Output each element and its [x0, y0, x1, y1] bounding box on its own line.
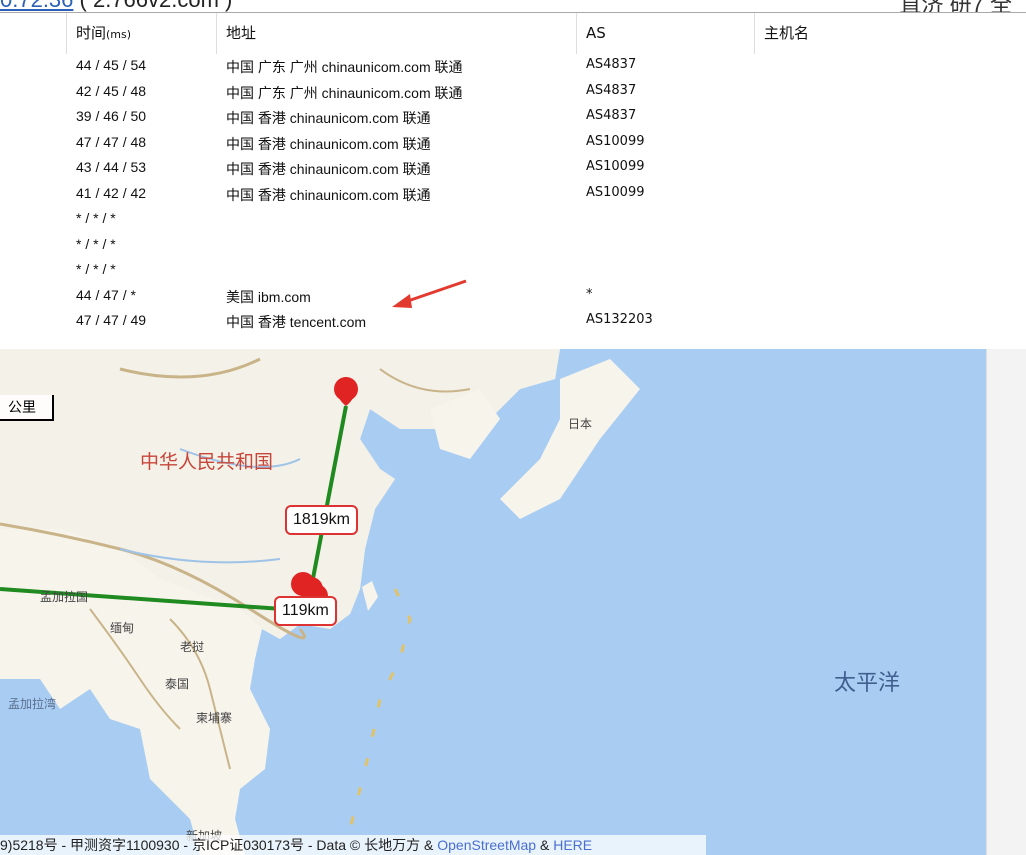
here-link[interactable]: HERE	[553, 837, 592, 853]
scale-label: 公里	[8, 400, 36, 416]
col-as[interactable]: AS	[577, 13, 755, 54]
col-hostname-label: 主机名	[764, 24, 810, 42]
cell-address: 中国 香港 chinaunicom.com 联通	[226, 161, 431, 177]
table-row[interactable]: 44 / 47 / * 美国 ibm.com *	[0, 284, 1026, 310]
table-row[interactable]: 44 / 45 / 54 中国 广东 广州 chinaunicom.com 联通 A…	[0, 54, 1026, 80]
cell-as: AS10099	[586, 159, 645, 174]
route-map[interactable]: 公里 1819km 119km 中华人民共和国 日本 太平洋 孟加拉国 缅甸 老…	[0, 349, 986, 855]
cell-as: AS4837	[586, 108, 637, 123]
host-title: 0.72.36 ( 2.766v2.com )	[0, 0, 232, 12]
cell-time: 47 / 47 / 49	[76, 312, 147, 328]
table-row[interactable]: * / * / *	[0, 207, 1026, 233]
distance-label-1: 1819km	[285, 505, 358, 535]
cell-address: 中国 广东 广州 chinaunicom.com 联通	[226, 59, 463, 75]
map-side-panel	[986, 349, 1026, 855]
attribution-text: 9)5218号 - 甲测资字1100930 - 京ICP证030173号 - D…	[0, 837, 438, 853]
label-laos: 老挝	[180, 640, 205, 654]
traceroute-table: 时间(ms) 地址 AS 主机名 44 / 45 / 54 中国 广东 广州 ch…	[0, 12, 1026, 350]
col-hostname[interactable]: 主机名	[755, 13, 1026, 54]
table-row[interactable]: * / * / *	[0, 233, 1026, 259]
cell-time: 42 / 45 / 48	[76, 82, 147, 99]
taiwan-region	[362, 581, 378, 611]
cell-time: 44 / 47 / *	[76, 286, 136, 303]
table-row[interactable]: * / * / *	[0, 258, 1026, 284]
ip-link[interactable]: 0.72.36	[0, 0, 73, 12]
label-bangladesh: 孟加拉国	[40, 590, 89, 604]
label-cambodia: 柬埔寨	[196, 711, 233, 725]
col-address-label: 地址	[226, 24, 257, 42]
attribution-amp: &	[536, 837, 554, 853]
table-header: 时间(ms) 地址 AS 主机名	[0, 13, 1026, 54]
table-row[interactable]: 47 / 47 / 48 中国 香港 chinaunicom.com 联通 AS10…	[0, 131, 1026, 157]
map-attribution: 9)5218号 - 甲测资字1100930 - 京ICP证030173号 - D…	[0, 835, 706, 855]
cell-address: 中国 广东 广州 chinaunicom.com 联通	[226, 84, 463, 101]
cell-address: 中国 香港 chinaunicom.com 联通	[226, 135, 431, 152]
col-address[interactable]: 地址	[217, 13, 577, 54]
col-time-unit: (ms)	[106, 28, 132, 41]
label-thailand: 泰国	[165, 677, 190, 691]
title-bar: 0.72.36 ( 2.766v2.com ) 直济 研7 全	[0, 0, 1026, 12]
cell-time: 41 / 42 / 42	[76, 184, 147, 201]
distance-label-2: 119km	[274, 596, 337, 626]
cell-time: * / * / *	[76, 235, 116, 252]
cell-time: 43 / 44 / 53	[76, 159, 147, 175]
table-row[interactable]: 41 / 42 / 42 中国 香港 chinaunicom.com 联通 AS10…	[0, 182, 1026, 208]
cell-time: 47 / 47 / 48	[76, 133, 147, 150]
col-time[interactable]: 时间(ms)	[67, 13, 217, 54]
cell-as: AS10099	[586, 133, 645, 149]
map-scale: 公里	[0, 395, 54, 421]
cell-address: 中国 香港 chinaunicom.com 联通	[226, 186, 431, 203]
cell-address: 美国 ibm.com	[226, 288, 311, 305]
cell-time: * / * / *	[76, 210, 116, 226]
cell-as: AS4837	[586, 82, 637, 98]
table-row[interactable]: 39 / 46 / 50 中国 香港 chinaunicom.com 联通 AS48…	[0, 105, 1026, 131]
cell-address: 中国 香港 chinaunicom.com 联通	[226, 110, 431, 126]
host-name: ( 2.766v2.com )	[80, 0, 233, 12]
cell-as: AS10099	[586, 184, 645, 200]
cell-time: 39 / 46 / 50	[76, 108, 147, 124]
table-row[interactable]: 42 / 45 / 48 中国 广东 广州 chinaunicom.com 联通 A…	[0, 80, 1026, 106]
cell-time: 44 / 45 / 54	[76, 57, 147, 73]
cell-as: AS132203	[586, 312, 653, 327]
label-japan: 日本	[568, 417, 593, 431]
label-bay-of-bengal: 孟加拉湾	[8, 697, 57, 711]
table-row[interactable]: 47 / 47 / 49 中国 香港 tencent.com AS132203	[0, 309, 1026, 335]
col-time-label: 时间	[76, 24, 107, 42]
col-hop[interactable]	[0, 13, 67, 54]
cell-address: 中国 香港 tencent.com	[226, 314, 367, 330]
table-row[interactable]: 43 / 44 / 53 中国 香港 chinaunicom.com 联通 AS10…	[0, 156, 1026, 182]
label-pacific: 太平洋	[834, 671, 901, 696]
cell-time: * / * / *	[76, 261, 116, 277]
label-myanmar: 缅甸	[110, 621, 135, 635]
title-right-text: 直济 研7 全	[900, 0, 1012, 12]
col-as-label: AS	[586, 24, 606, 42]
cell-as: *	[586, 286, 593, 302]
map-background	[0, 349, 640, 855]
cell-as: AS4837	[586, 57, 637, 72]
label-china: 中华人民共和国	[140, 451, 274, 473]
osm-link[interactable]: OpenStreetMap	[437, 837, 536, 853]
